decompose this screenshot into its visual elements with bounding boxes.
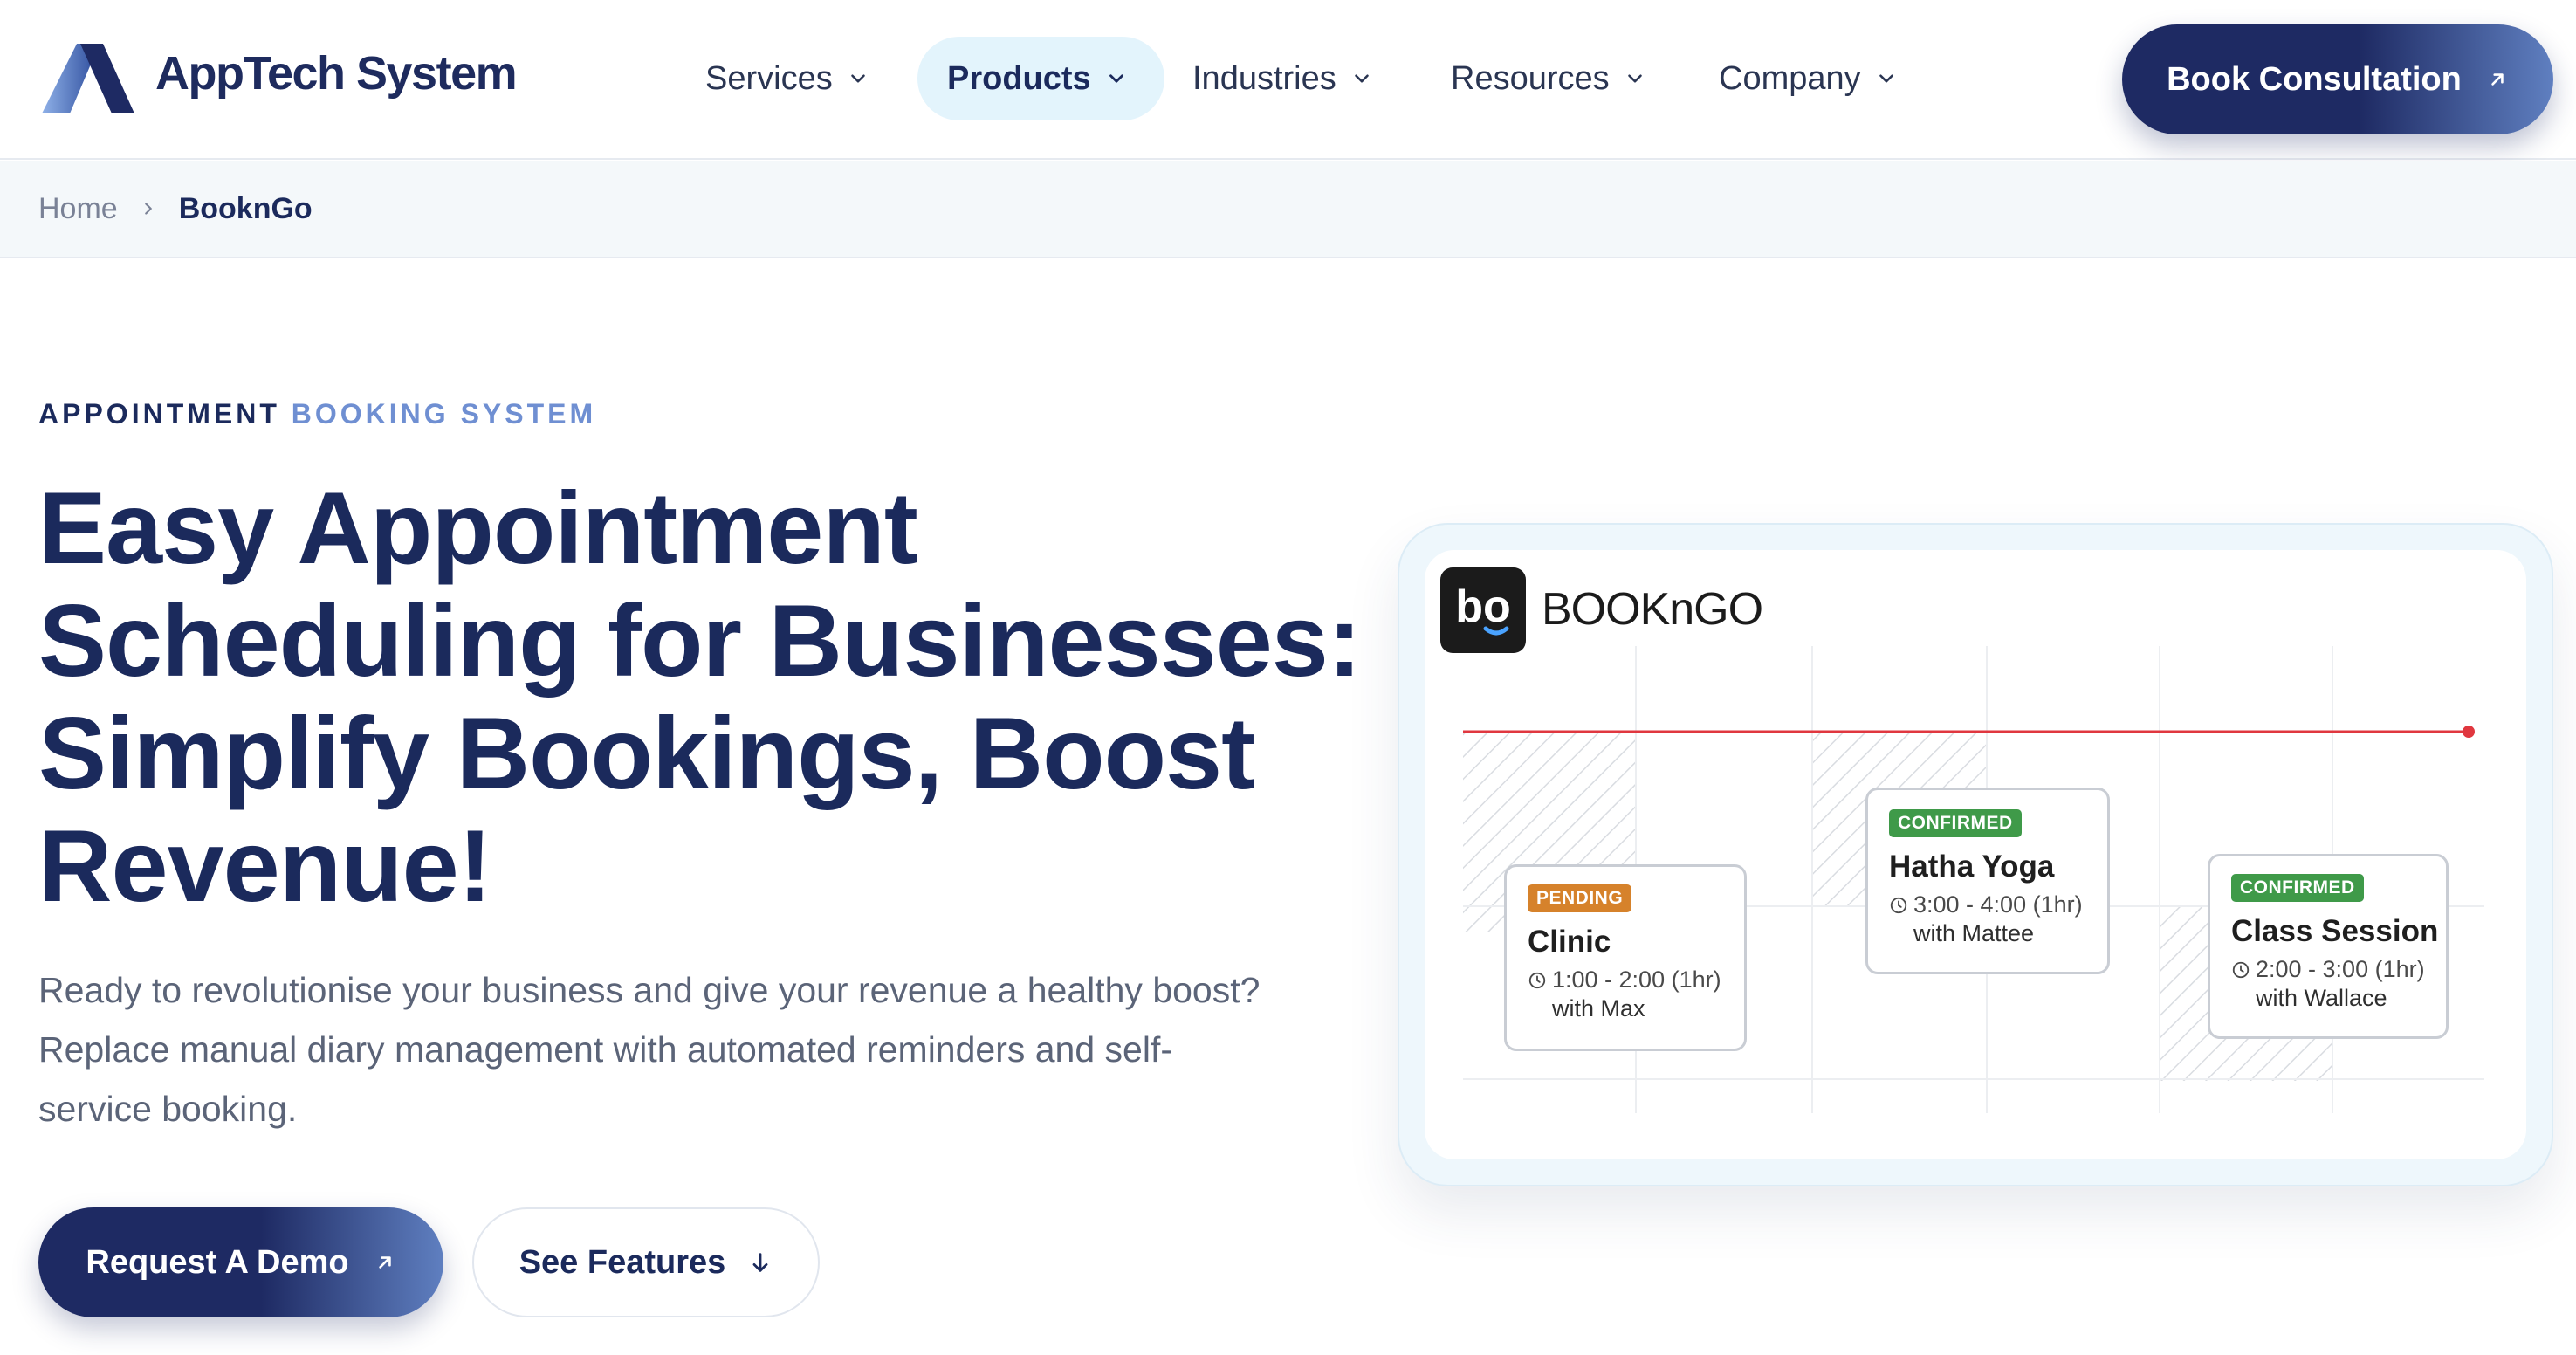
breadcrumb-home-link[interactable]: Home [38, 192, 118, 226]
app-preview-panel: bo BOOKnGO PENDING Clinic 1:00 - 2:00 (1… [1425, 550, 2526, 1159]
app-logo-letters: bo [1455, 581, 1511, 632]
nav-services[interactable]: Services [705, 37, 869, 120]
chevron-down-icon [1627, 74, 1642, 83]
status-badge: CONFIRMED [1889, 809, 2022, 837]
request-demo-button[interactable]: Request A Demo [38, 1207, 443, 1317]
chevron-down-icon [850, 74, 865, 83]
arrow-up-right-icon [2491, 73, 2504, 86]
nav-industries-label: Industries [1192, 59, 1336, 97]
nav-products-label: Products [947, 59, 1091, 97]
chevron-right-icon [144, 203, 152, 215]
breadcrumb-bar: Home BooknGo [0, 161, 2576, 258]
event-host: with Max [1552, 995, 1645, 1021]
hero-headline: Easy Appointment Scheduling for Business… [38, 471, 1362, 923]
brand-name[interactable]: AppTech System [155, 45, 518, 101]
status-badge: CONFIRMED [2231, 874, 2364, 902]
nav-company[interactable]: Company [1719, 37, 1898, 120]
clock-icon [2232, 961, 2250, 978]
arrow-down-icon [752, 1253, 768, 1272]
chevron-down-icon [1354, 74, 1369, 83]
arrow-up-right-icon [378, 1256, 391, 1269]
app-name: BOOKnGO [1542, 584, 1763, 635]
event-card-class-session[interactable]: CONFIRMED Class Session 2:00 - 3:00 (1hr… [2208, 854, 2449, 1039]
nav-resources-label: Resources [1451, 59, 1610, 97]
see-features-button[interactable]: See Features [472, 1207, 820, 1317]
status-badge: PENDING [1528, 884, 1632, 912]
nav-industries[interactable]: Industries [1192, 37, 1373, 120]
bookngo-logo-icon: bo [1440, 567, 1526, 653]
chevron-down-icon [1879, 74, 1893, 83]
book-consultation-button[interactable]: Book Consultation [2122, 24, 2553, 134]
event-title: Clinic [1528, 925, 1611, 959]
hero-eyebrow: APPOINTMENT BOOKING SYSTEM [38, 398, 596, 430]
breadcrumb-current: BooknGo [178, 191, 313, 225]
event-time: 3:00 - 4:00 (1hr) [1889, 891, 2107, 918]
book-consultation-label: Book Consultation [2167, 60, 2462, 98]
event-card-clinic[interactable]: PENDING Clinic 1:00 - 2:00 (1hr) with Ma… [1504, 864, 1747, 1051]
event-time-text: 2:00 - 3:00 (1hr) [2256, 956, 2425, 982]
eyebrow-part-1: APPOINTMENT [38, 398, 280, 430]
event-host: with Wallace [2256, 985, 2387, 1011]
hero-description: Ready to revolutionise your business and… [38, 970, 1261, 1129]
event-title: Hatha Yoga [1889, 849, 2055, 884]
nav-services-label: Services [705, 59, 833, 97]
eyebrow-part-2: BOOKING SYSTEM [291, 398, 597, 430]
event-time-text: 1:00 - 2:00 (1hr) [1552, 966, 1721, 993]
chevron-down-icon [1109, 74, 1123, 83]
event-card-hatha-yoga[interactable]: CONFIRMED Hatha Yoga 3:00 - 4:00 (1hr) w… [1865, 788, 2110, 974]
event-title: Class Session [2231, 914, 2439, 948]
clock-icon [1890, 897, 1907, 913]
nav-company-label: Company [1719, 59, 1861, 97]
event-host: with Mattee [1913, 920, 2035, 946]
request-demo-label: Request A Demo [86, 1243, 349, 1281]
see-features-label: See Features [519, 1243, 726, 1281]
site-header: AppTech System Services Products Industr… [0, 0, 2576, 160]
current-time-dot [2463, 726, 2475, 738]
nav-products[interactable]: Products [917, 37, 1164, 120]
breadcrumb: Home BooknGo [38, 161, 313, 257]
event-time: 2:00 - 3:00 (1hr) [2231, 956, 2446, 983]
event-time: 1:00 - 2:00 (1hr) [1528, 966, 1744, 994]
event-time-text: 3:00 - 4:00 (1hr) [1913, 891, 2083, 918]
apptech-logo-icon[interactable] [38, 42, 136, 115]
nav-resources[interactable]: Resources [1451, 37, 1646, 120]
clock-icon [1528, 972, 1546, 988]
